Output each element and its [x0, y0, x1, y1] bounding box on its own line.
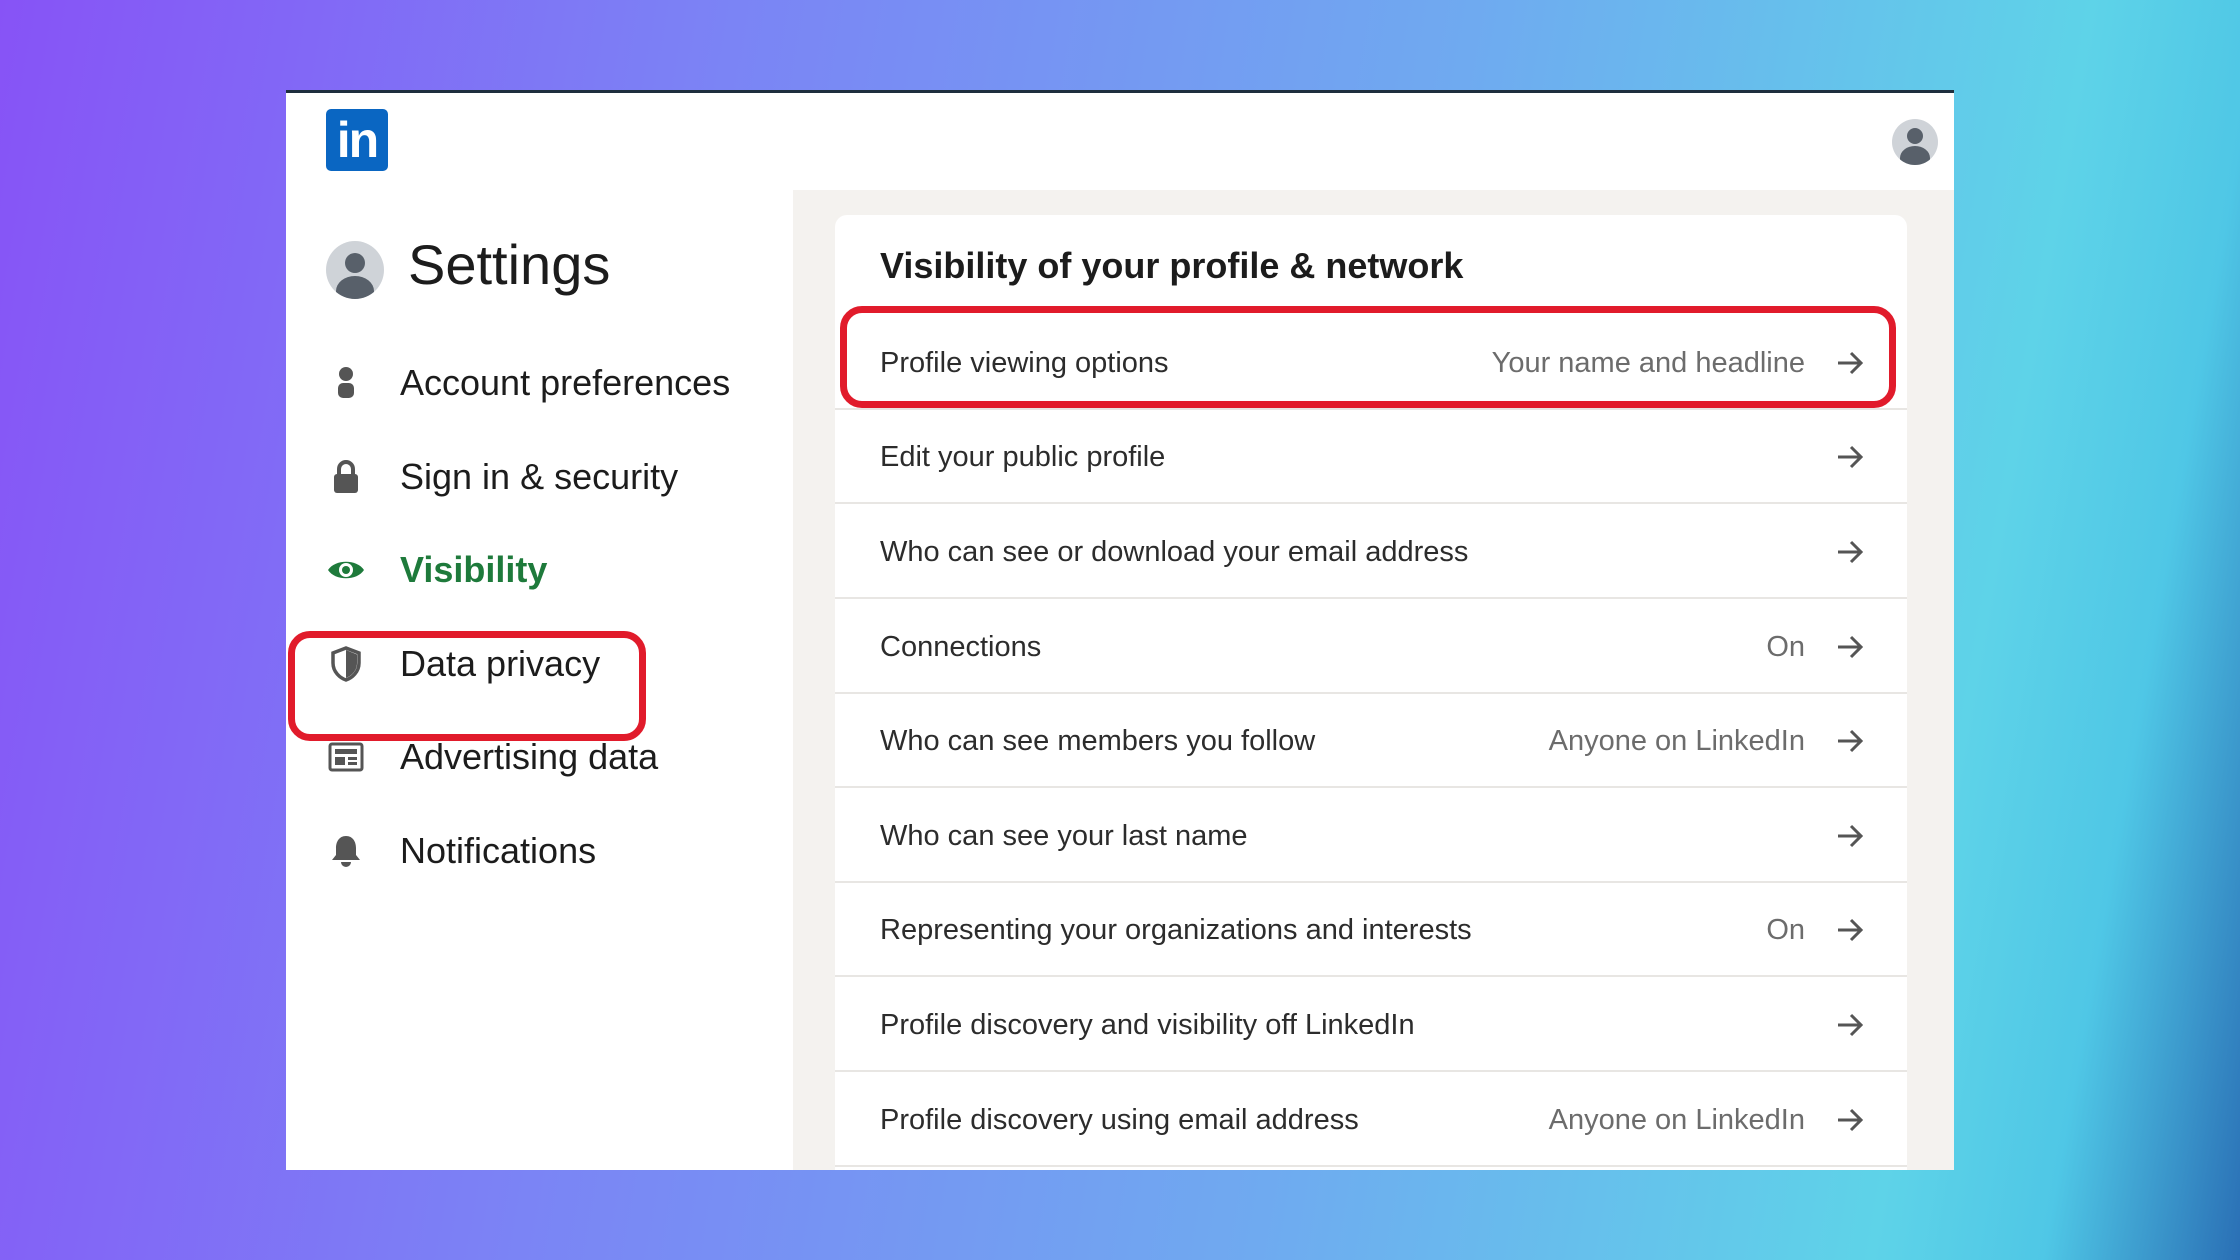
- person-icon: [326, 363, 366, 403]
- arrow-right-icon: [1838, 918, 1864, 942]
- sidebar-item-label: Advertising data: [400, 736, 659, 777]
- arrow-right-icon: [1838, 635, 1864, 659]
- arrow-right-icon: [1838, 1108, 1864, 1132]
- arrow-right-icon: [1838, 1013, 1864, 1037]
- arrow-right-icon: [1838, 351, 1864, 375]
- top-navbar: in: [286, 93, 1954, 190]
- sidebar-item-label: Data privacy: [400, 643, 601, 684]
- sidebar-item-sign-in-security[interactable]: Sign in & security: [286, 437, 793, 517]
- row-label: Who can see or download your email addre…: [880, 536, 1469, 568]
- row-members-you-follow[interactable]: Who can see members you follow Anyone on…: [835, 694, 1907, 788]
- sidebar-item-label: Sign in & security: [400, 456, 679, 497]
- row-label: Representing your organizations and inte…: [880, 914, 1472, 946]
- eye-icon: [326, 550, 366, 590]
- row-value: Anyone on LinkedIn: [1548, 725, 1805, 757]
- row-label: Who can see your last name: [880, 820, 1248, 852]
- settings-avatar-icon: [326, 241, 384, 299]
- sidebar-item-data-privacy[interactable]: Data privacy: [286, 624, 793, 704]
- arrow-right-icon: [1838, 445, 1864, 469]
- page-title: Settings: [408, 233, 611, 296]
- row-value: Your name and headline: [1491, 347, 1805, 379]
- row-value: On: [1766, 914, 1805, 946]
- arrow-right-icon: [1838, 729, 1864, 753]
- arrow-right-icon: [1838, 540, 1864, 564]
- row-email-visibility[interactable]: Who can see or download your email addre…: [835, 505, 1907, 599]
- row-last-name[interactable]: Who can see your last name: [835, 789, 1907, 883]
- row-label: Who can see members you follow: [880, 725, 1316, 757]
- row-edit-public-profile[interactable]: Edit your public profile: [835, 410, 1907, 504]
- section-title: Visibility of your profile & network: [880, 245, 1464, 286]
- row-label: Edit your public profile: [880, 441, 1166, 473]
- lock-icon: [326, 457, 366, 497]
- shield-icon: [326, 644, 366, 684]
- row-label: Profile discovery using email address: [880, 1104, 1359, 1136]
- sidebar-item-visibility[interactable]: Visibility: [286, 530, 793, 610]
- arrow-right-icon: [1838, 824, 1864, 848]
- row-label: Connections: [880, 631, 1042, 663]
- bell-icon: [326, 831, 366, 871]
- row-label: Profile viewing options: [880, 347, 1169, 379]
- settings-window: in Settings Account preferences Sign in …: [286, 90, 1954, 1170]
- sidebar-item-label: Visibility: [400, 549, 548, 590]
- row-value: On: [1766, 631, 1805, 663]
- sidebar-item-account-preferences[interactable]: Account preferences: [286, 343, 793, 423]
- ad-card-icon: [326, 737, 366, 777]
- sidebar-item-advertising-data[interactable]: Advertising data: [286, 717, 793, 797]
- visibility-panel: Visibility of your profile & network Pro…: [835, 215, 1907, 1170]
- row-value: Anyone on LinkedIn: [1548, 1104, 1805, 1136]
- row-organizations-interests[interactable]: Representing your organizations and inte…: [835, 883, 1907, 977]
- row-discovery-email[interactable]: Profile discovery using email address An…: [835, 1073, 1907, 1167]
- profile-avatar-icon[interactable]: [1892, 119, 1938, 165]
- row-label: Profile discovery and visibility off Lin…: [880, 1009, 1415, 1041]
- row-connections[interactable]: Connections On: [835, 600, 1907, 694]
- settings-sidebar: Settings Account preferences Sign in & s…: [286, 190, 793, 1170]
- row-discovery-off-linkedin[interactable]: Profile discovery and visibility off Lin…: [835, 978, 1907, 1072]
- sidebar-item-label: Notifications: [400, 830, 597, 871]
- row-profile-viewing-options[interactable]: Profile viewing options Your name and he…: [835, 316, 1907, 410]
- linkedin-logo[interactable]: in: [326, 109, 388, 171]
- sidebar-item-notifications[interactable]: Notifications: [286, 811, 793, 891]
- sidebar-item-label: Account preferences: [400, 362, 731, 403]
